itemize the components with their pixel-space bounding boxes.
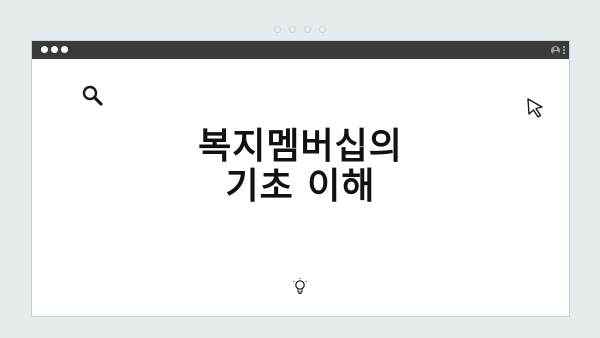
- kebab-menu-icon[interactable]: [563, 46, 565, 54]
- title-bar: [32, 41, 569, 59]
- maximize-window-button[interactable]: [61, 46, 68, 53]
- profile-icon[interactable]: [551, 45, 560, 55]
- kebab-dot: [563, 52, 565, 54]
- cursor-icon: [527, 98, 543, 118]
- search-icon: [82, 85, 103, 106]
- browser-window: 복지멤버십의 기초 이해: [31, 40, 570, 317]
- tablet-dot: [289, 26, 296, 33]
- tablet-dot: [319, 26, 326, 33]
- tablet-dot: [274, 26, 281, 33]
- page-headline: 복지멤버십의 기초 이해: [32, 127, 569, 207]
- title-bar-icons: [551, 43, 565, 57]
- headline-line-1: 복지멤버십의: [198, 126, 403, 167]
- tablet-camera-dots: [0, 26, 600, 33]
- window-controls: [41, 46, 68, 53]
- minimize-window-button[interactable]: [51, 46, 58, 53]
- kebab-dot: [563, 49, 565, 51]
- close-window-button[interactable]: [41, 46, 48, 53]
- tablet-dot: [304, 26, 311, 33]
- lightbulb-icon: [293, 278, 307, 294]
- headline-line-2: 기초 이해: [225, 166, 376, 207]
- kebab-dot: [563, 46, 565, 48]
